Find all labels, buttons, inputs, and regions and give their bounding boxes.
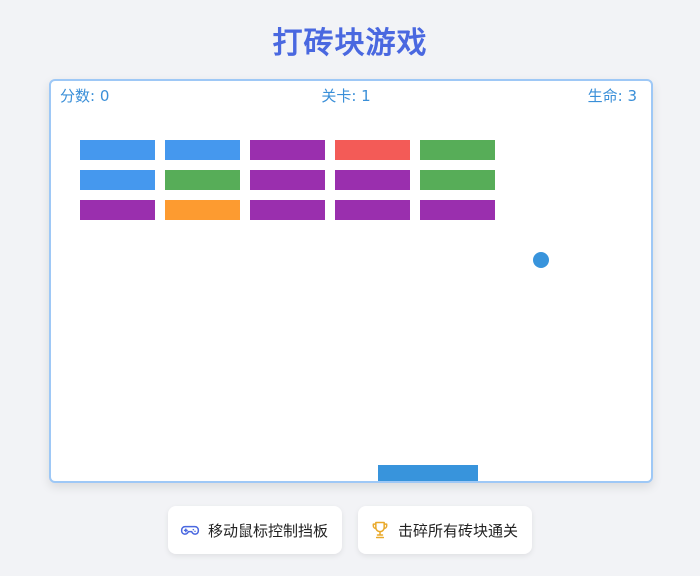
brick <box>420 140 495 160</box>
tip-goal-label: 击碎所有砖块通关 <box>398 521 519 540</box>
brick <box>165 140 240 160</box>
tips-bar: 移动鼠标控制挡板 击碎所有砖块通关 <box>0 506 700 554</box>
page-title: 打砖块游戏 <box>272 26 428 61</box>
brick <box>250 200 325 220</box>
brick <box>80 200 155 220</box>
tip-control: 移动鼠标控制挡板 <box>167 506 342 554</box>
ball <box>533 252 549 268</box>
brick <box>420 170 495 190</box>
level-display: 关卡: 1 <box>321 87 371 105</box>
game-page: 打砖块游戏 分数: 0 关卡: 1 生命: 3 移动鼠标控制挡板 击碎所有砖块通… <box>0 0 700 576</box>
brick <box>335 170 410 190</box>
trophy-icon <box>370 520 390 540</box>
tip-goal: 击碎所有砖块通关 <box>358 506 533 554</box>
brick <box>420 200 495 220</box>
paddle[interactable] <box>378 465 478 481</box>
lives-display: 生命: 3 <box>587 87 637 105</box>
brick <box>250 140 325 160</box>
brick <box>80 140 155 160</box>
brick <box>335 200 410 220</box>
brick <box>335 140 410 160</box>
game-board[interactable]: 分数: 0 关卡: 1 生命: 3 <box>49 79 653 483</box>
brick <box>165 200 240 220</box>
gamepad-icon <box>180 520 200 540</box>
brick <box>165 170 240 190</box>
tip-control-label: 移动鼠标控制挡板 <box>207 521 328 540</box>
brick <box>80 170 155 190</box>
brick <box>250 170 325 190</box>
